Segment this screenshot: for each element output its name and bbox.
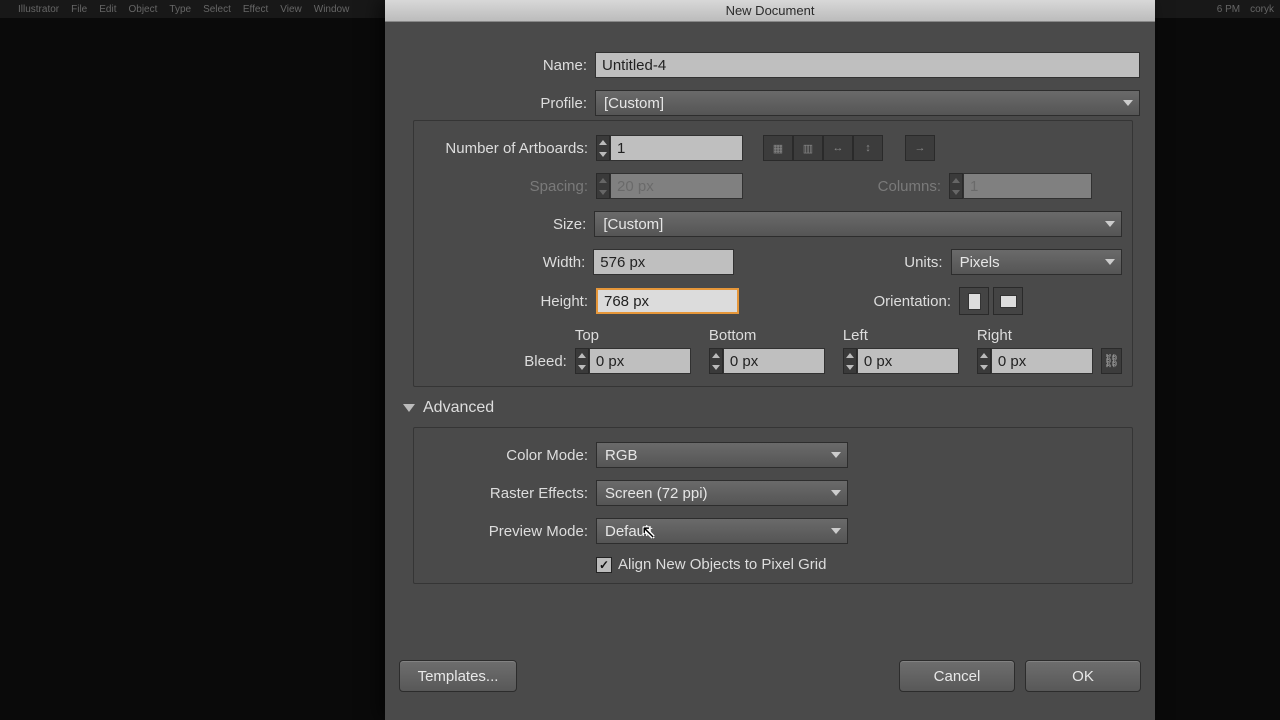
- bleed-right-input[interactable]: 0 px: [991, 348, 1093, 374]
- orientation-portrait-button[interactable]: [959, 287, 989, 315]
- templates-button[interactable]: Templates...: [399, 660, 517, 692]
- size-dropdown[interactable]: [Custom]: [594, 211, 1122, 237]
- clock: 6 PM: [1217, 4, 1240, 15]
- bleed-left-input[interactable]: 0 px: [857, 348, 959, 374]
- bleed-right-stepper[interactable]: [977, 348, 991, 374]
- artboards-label: Number of Artboards:: [424, 140, 596, 157]
- dialog-titlebar: New Document: [385, 0, 1155, 22]
- raster-effects-label: Raster Effects:: [424, 485, 596, 502]
- profile-dropdown[interactable]: [Custom]: [595, 90, 1140, 116]
- grid-by-col-icon[interactable]: ▥: [793, 135, 823, 161]
- menu-select[interactable]: Select: [203, 4, 231, 15]
- advanced-toggle[interactable]: Advanced: [403, 399, 1141, 417]
- width-label: Width:: [424, 254, 593, 271]
- orientation-label: Orientation:: [739, 293, 959, 310]
- triangle-down-icon: [403, 404, 415, 412]
- bleed-top-input[interactable]: 0 px: [589, 348, 691, 374]
- bleed-bottom-stepper[interactable]: [709, 348, 723, 374]
- artboards-stepper[interactable]: [596, 135, 610, 161]
- menu-effect[interactable]: Effect: [243, 4, 268, 15]
- spacing-input: 20 px: [610, 173, 743, 199]
- grid-by-row-icon[interactable]: ▦: [763, 135, 793, 161]
- orientation-landscape-button[interactable]: [993, 287, 1023, 315]
- profile-label: Profile:: [399, 95, 595, 112]
- bleed-left-stepper[interactable]: [843, 348, 857, 374]
- bleed-top-label: Top: [575, 327, 691, 344]
- new-document-dialog: New Document Name: Untitled-4 Profile: […: [385, 0, 1155, 720]
- bleed-bottom-label: Bottom: [709, 327, 825, 344]
- spacing-label: Spacing:: [424, 178, 596, 195]
- height-label: Height:: [424, 293, 596, 310]
- app-name: Illustrator: [18, 4, 59, 15]
- dialog-title: New Document: [726, 3, 815, 18]
- advanced-label: Advanced: [423, 399, 494, 417]
- columns-stepper: [949, 173, 963, 199]
- bleed-left-label: Left: [843, 327, 959, 344]
- cancel-button[interactable]: Cancel: [899, 660, 1015, 692]
- artboard-direction-icon[interactable]: →: [905, 135, 935, 161]
- columns-input: 1: [963, 173, 1092, 199]
- bleed-right-label: Right: [977, 327, 1093, 344]
- bleed-bottom-input[interactable]: 0 px: [723, 348, 825, 374]
- columns-label: Columns:: [743, 178, 949, 195]
- menu-view[interactable]: View: [280, 4, 302, 15]
- name-label: Name:: [399, 57, 595, 74]
- arrange-row-icon[interactable]: ↔: [823, 135, 853, 161]
- bleed-label: Bleed:: [424, 353, 575, 374]
- units-dropdown[interactable]: Pixels: [951, 249, 1122, 275]
- units-label: Units:: [734, 254, 950, 271]
- bleed-top-stepper[interactable]: [575, 348, 589, 374]
- color-mode-label: Color Mode:: [424, 447, 596, 464]
- raster-effects-dropdown[interactable]: Screen (72 ppi): [596, 480, 848, 506]
- align-pixel-grid-label: Align New Objects to Pixel Grid: [618, 556, 826, 573]
- bleed-link-icon[interactable]: ⛓: [1101, 348, 1122, 374]
- preview-mode-label: Preview Mode:: [424, 523, 596, 540]
- menu-edit[interactable]: Edit: [99, 4, 116, 15]
- width-input[interactable]: 576 px: [593, 249, 734, 275]
- align-pixel-grid-checkbox[interactable]: ✓: [596, 557, 612, 573]
- artboard-layout-group: ▦ ▥ ↔ ↕: [763, 135, 883, 161]
- arrange-col-icon[interactable]: ↕: [853, 135, 883, 161]
- menu-file[interactable]: File: [71, 4, 87, 15]
- ok-button[interactable]: OK: [1025, 660, 1141, 692]
- height-input[interactable]: 768 px: [596, 288, 739, 314]
- preview-mode-dropdown[interactable]: Default: [596, 518, 848, 544]
- user-name: coryk: [1250, 4, 1274, 15]
- spacing-stepper: [596, 173, 610, 199]
- size-label: Size:: [424, 216, 594, 233]
- name-input[interactable]: Untitled-4: [595, 52, 1140, 78]
- artboards-input[interactable]: 1: [610, 135, 743, 161]
- menu-type[interactable]: Type: [169, 4, 191, 15]
- menu-window[interactable]: Window: [314, 4, 350, 15]
- menu-object[interactable]: Object: [128, 4, 157, 15]
- color-mode-dropdown[interactable]: RGB: [596, 442, 848, 468]
